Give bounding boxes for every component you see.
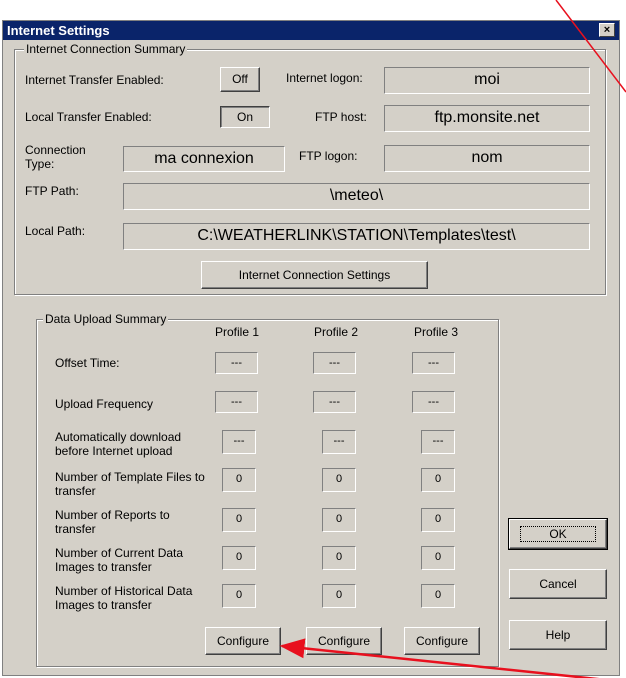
- annotation-line-top: [555, 0, 626, 93]
- annotation-arrows: [279, 0, 626, 678]
- annotation-arrow-configure: [279, 638, 600, 678]
